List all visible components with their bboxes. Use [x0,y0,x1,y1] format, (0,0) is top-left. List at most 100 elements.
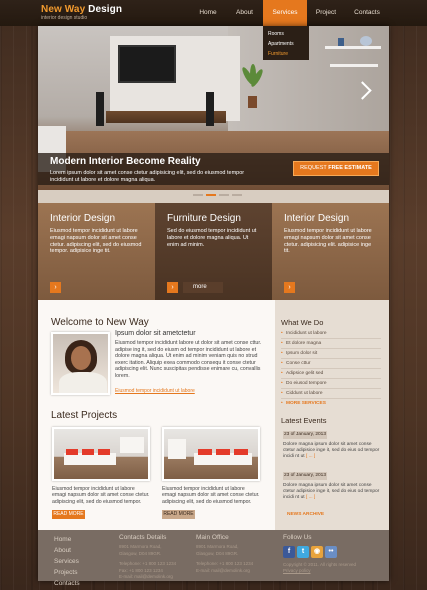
logo-text-2: Design [88,4,123,15]
footer-link-projects[interactable]: Projects [54,567,80,578]
header: New Way Design interior design studio Ho… [0,0,427,26]
slider-title: Modern Interior Become Reality [50,156,201,167]
slider-text: Lorem ipsum dolor sit amet conse ctetur … [50,170,245,183]
contacts-title: Contacts Details [119,534,167,541]
office-email-link[interactable]: mail@demolink.org [211,568,250,573]
request-estimate-label-bold: FREE ESTIMATE [328,165,372,171]
slide-plant [240,64,265,108]
feature-arrow-icon[interactable]: › [284,282,295,293]
slide-shelf-item [360,36,372,46]
feature-title: Furniture Design [167,213,241,224]
sidebar: What We Do Incididunt ut labore Et dolor… [275,300,389,530]
rss-icon[interactable]: ◉ [311,546,323,558]
feature-interior-design-2: Interior Design Eiusmod tempor incididun… [272,203,389,300]
welcome-text: Eiusmod tempor incididunt labore ut dolo… [115,340,262,379]
slider-dot-1[interactable] [193,194,203,196]
list-item[interactable]: Conse cttur [281,359,381,369]
feature-text: Sed do eiusmod tempor incididunt ut labo… [167,228,257,248]
request-estimate-label: REQUEST [300,165,327,171]
project-text-2: Eiusmod tempor incididunt ut labore emag… [162,486,260,505]
welcome-title: Welcome to New Way [51,317,149,328]
event-more-link[interactable]: [ ... ] [306,495,315,500]
footer-contacts: Contacts Details 8901 Marmora Road, Glas… [119,534,176,581]
dropdown-item-apartments[interactable]: Apartments [263,39,309,49]
welcome-link[interactable]: Eiusmod tempor incididunt ut labore [115,388,195,394]
contacts-phone: Telephone: +1 800 123 1234 [119,561,177,566]
read-more-button-2[interactable]: READ MORE [162,510,195,519]
flickr-icon[interactable]: •• [325,546,337,558]
event-text: Dolore magna ipsum dolor sit amet conse … [283,442,383,461]
footer-link-about[interactable]: About [54,545,80,556]
privacy-link[interactable]: Privacy policy [283,568,383,574]
features-row: Interior Design Eiusmod tempor incididun… [38,203,389,300]
event-date: 23 of January, 2013 [283,431,327,439]
slide-speaker-left [96,92,104,126]
dropdown-item-rooms[interactable]: Rooms [263,29,309,39]
footer-link-services[interactable]: Services [54,556,80,567]
more-button[interactable]: more [183,282,223,293]
logo-text: New Way [41,4,86,15]
event-more-link[interactable]: [ ... ] [306,454,315,459]
footer-link-home[interactable]: Home [54,534,80,545]
nav-project[interactable]: Project [307,0,345,26]
office-email-label: E-mail: [196,567,211,573]
logo-tagline: interior design studio [41,15,88,21]
nav-home[interactable]: Home [190,0,226,26]
feature-arrow-icon[interactable]: › [50,282,61,293]
nav-contacts[interactable]: Contacts [345,0,389,26]
nav-about[interactable]: About [226,0,263,26]
slider-dot-4[interactable] [232,194,242,196]
office-title: Main Office [196,534,229,541]
twitter-icon[interactable]: t [297,546,309,558]
follow-title: Follow Us [283,534,312,541]
feature-furniture-design: Furniture Design Sed do eiusmod tempor i… [155,203,272,300]
slide-shelf [325,46,381,49]
feature-text: Eiusmod tempor incididunt ut labore emag… [50,228,142,255]
footer: Home About Services Projects Contacts Co… [38,530,389,587]
list-item[interactable]: Et dolore magna [281,339,381,349]
copyright: Copyright © 2011. All rights reserved Pr… [283,562,383,574]
projects-title: Latest Projects [51,410,118,421]
project-text-1: Eiusmod tempor incididunt ut labore emag… [52,486,150,505]
footer-follow: Follow Us [283,534,312,544]
more-services-link[interactable]: MORE SERVICES [281,399,381,409]
project-image-1[interactable] [52,427,150,481]
event-text: Dolore magna ipsum dolor sit amet conse … [283,483,383,502]
slide-shelf-item [338,38,344,46]
list-item[interactable]: Ipsum dolor sit [281,349,381,359]
feature-text: Eiusmod tempor incididunt ut labore emag… [284,228,372,255]
project-image-2[interactable] [162,427,260,481]
list-item[interactable]: Adipsice gelit sed [281,369,381,379]
slider-dot-3[interactable] [219,194,229,196]
list-item[interactable]: Do eiusod tempore [281,379,381,389]
read-more-button[interactable]: READ MORE [52,510,85,519]
page-container: Modern Interior Become Reality Lorem ips… [38,26,389,587]
facebook-icon[interactable]: f [283,546,295,558]
what-we-do-title: What We Do [281,318,324,327]
main-content: Welcome to New Way Ipsum dolor sit ametc… [38,300,275,530]
contacts-email: E-mail: mail@demolink.org [119,574,176,581]
services-list: Incididunt ut labore Et dolore magna Ips… [281,329,381,409]
slider-dot-2[interactable] [206,194,216,196]
contacts-email-label: E-mail: [119,574,134,579]
event-text-body: Dolore magna ipsum dolor sit amet conse … [283,483,380,501]
slide-speaker-right [206,92,214,126]
feature-title: Interior Design [284,213,350,224]
hero-slider: Modern Interior Become Reality Lorem ips… [38,26,389,190]
nav-services[interactable]: Services [263,0,307,26]
list-item[interactable]: Incididunt ut labore [281,329,381,339]
slide-tv [118,45,176,83]
feature-title: Interior Design [50,213,116,224]
feature-interior-design: Interior Design Eiusmod tempor incididun… [38,203,155,300]
latest-events-title: Latest Events [281,416,327,425]
contacts-email-link[interactable]: mail@demolink.org [134,574,173,579]
request-estimate-button[interactable]: REQUEST FREE ESTIMATE [293,161,379,176]
list-item[interactable]: Ciddunt ut labore [281,389,381,399]
dropdown-item-furniture[interactable]: Furniture [263,49,309,59]
news-archive-link[interactable]: NEWS ARCHIVE [287,512,324,517]
event-text-body: Dolore magna ipsum dolor sit amet conse … [283,442,380,460]
welcome-subtitle: Ipsum dolor sit ametctetur [115,330,196,337]
logo[interactable]: New Way Design [41,4,122,15]
feature-arrow-icon[interactable]: › [167,282,178,293]
footer-link-contacts[interactable]: Contacts [54,578,80,589]
